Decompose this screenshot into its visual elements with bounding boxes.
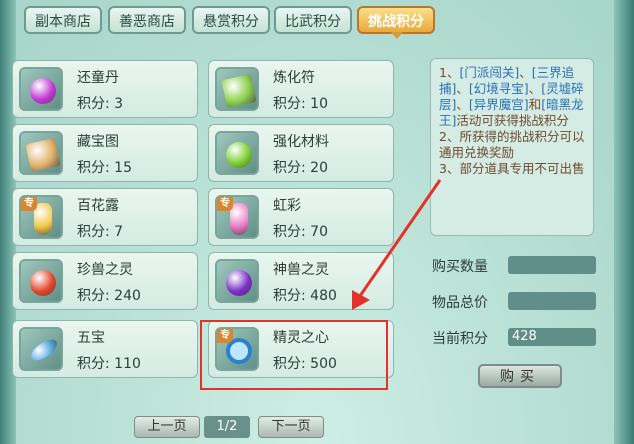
annotation-arrow	[352, 179, 442, 310]
